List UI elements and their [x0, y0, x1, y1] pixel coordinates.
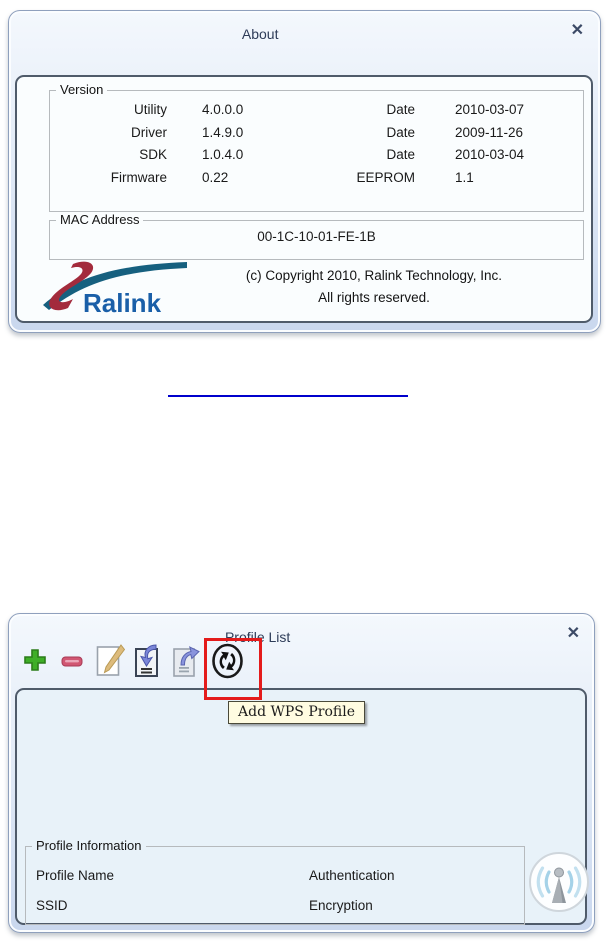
copyright-line1: (c) Copyright 2010, Ralink Technology, I… [245, 268, 503, 283]
about-footer: Ralink (c) Copyright 2010, Ralink Techno… [17, 255, 591, 321]
profile-name-label: Profile Name [36, 868, 115, 883]
version-row-driver: Driver 1.4.9.0 Date 2009-11-26 [50, 122, 583, 145]
about-content-panel: Version Utility 4.0.0.0 Date 2010-03-07 … [15, 75, 593, 323]
mac-group-legend: MAC Address [56, 212, 144, 227]
ssid-label: SSID [36, 898, 68, 913]
version-value: 1.4.9.0 [202, 124, 244, 140]
delete-profile-icon [61, 656, 83, 667]
edit-profile-icon [96, 644, 126, 676]
version-label: Utility [134, 102, 167, 117]
profile-close-button[interactable]: ✕ [567, 626, 580, 642]
edit-profile-button[interactable] [95, 643, 126, 679]
profile-info-legend: Profile Information [32, 838, 146, 853]
profile-list-dialog: Profile List ✕ Add WPS Profile Profile I… [8, 613, 595, 933]
copyright-line2: All rights reserved. [318, 290, 430, 305]
version-label: Firmware [110, 169, 167, 185]
version-group-legend: Version [56, 82, 108, 97]
import-profile-icon [135, 644, 158, 677]
signal-status-button[interactable] [528, 851, 590, 913]
date-value: 2010-03-07 [455, 102, 525, 117]
version-row-firmware: Firmware 0.22 EEPROM 1.1 [50, 167, 583, 190]
export-profile-button[interactable] [171, 642, 201, 679]
version-value: 4.0.0.0 [202, 102, 244, 117]
date-label: Date [386, 147, 415, 162]
delete-profile-button[interactable] [61, 655, 83, 667]
date-value: 2009-11-26 [455, 124, 524, 140]
about-titlebar[interactable]: About ✕ [9, 11, 600, 71]
copyright-text: (c) Copyright 2010, Ralink Technology, I… [167, 265, 581, 309]
version-row-sdk: SDK 1.0.4.0 Date 2010-03-04 [50, 144, 583, 167]
import-profile-button[interactable] [133, 642, 163, 679]
logo-brand-text: Ralink [83, 288, 162, 317]
eeprom-label: EEPROM [356, 169, 415, 185]
add-wps-profile-icon [212, 643, 243, 679]
profile-dialog-title: Profile List [224, 629, 291, 645]
add-wps-profile-button[interactable] [210, 642, 245, 680]
version-groupbox: Version Utility 4.0.0.0 Date 2010-03-07 … [49, 82, 584, 212]
mac-address-groupbox: MAC Address 00-1C-10-01-FE-1B [49, 212, 584, 260]
signal-antenna-icon [529, 852, 589, 912]
version-label: Driver [131, 124, 167, 140]
date-label: Date [386, 124, 415, 140]
about-dialog-title: About [241, 26, 279, 42]
date-label: Date [386, 102, 415, 117]
tooltip: Add WPS Profile [228, 701, 365, 724]
eeprom-value: 1.1 [455, 169, 474, 185]
authentication-label: Authentication [309, 868, 395, 883]
about-dialog: About ✕ Version Utility 4.0.0.0 Date 201… [8, 10, 601, 333]
about-close-button[interactable]: ✕ [571, 23, 584, 39]
add-profile-icon [24, 649, 46, 671]
version-row-utility: Utility 4.0.0.0 Date 2010-03-07 [50, 99, 583, 122]
version-value: 0.22 [202, 169, 229, 185]
encryption-label: Encryption [309, 898, 373, 913]
date-value: 2010-03-04 [455, 147, 525, 162]
version-label: SDK [139, 147, 167, 162]
export-profile-icon [173, 646, 200, 677]
version-value: 1.0.4.0 [202, 147, 244, 162]
profile-info-groupbox: Profile Information Profile Name Authent… [25, 838, 525, 925]
hyperlink-underline[interactable] [168, 395, 408, 397]
add-profile-button[interactable] [22, 647, 48, 673]
